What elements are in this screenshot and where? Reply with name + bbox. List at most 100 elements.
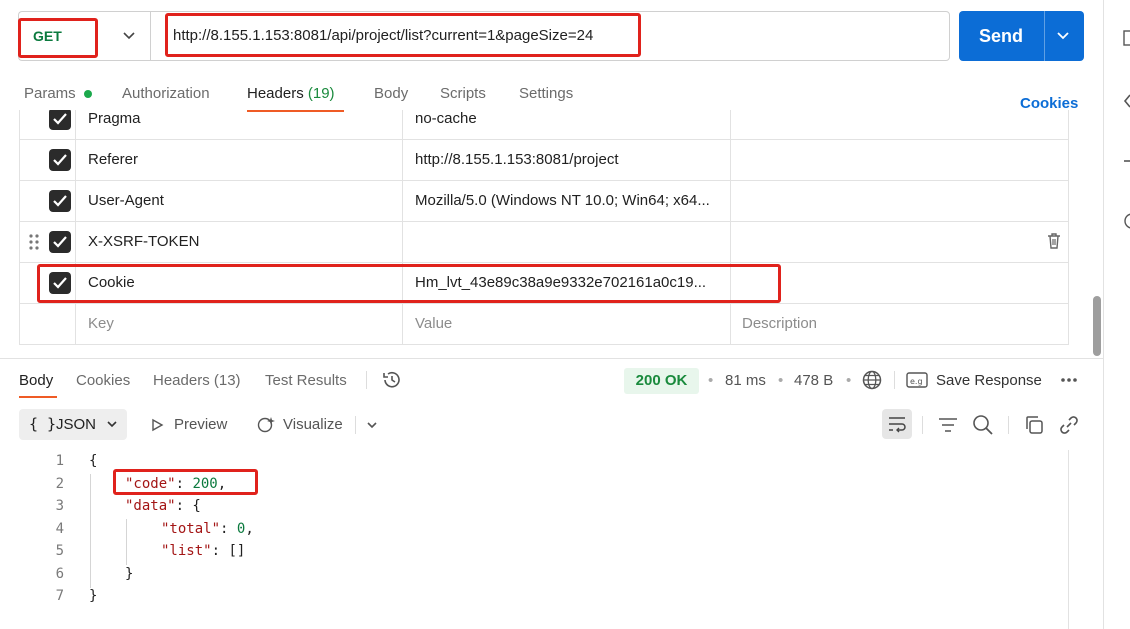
indent-guide bbox=[126, 519, 127, 565]
chevron-down-icon[interactable] bbox=[365, 418, 379, 432]
drag-handle-icon[interactable] bbox=[28, 233, 40, 251]
header-key[interactable]: X-XSRF-TOKEN bbox=[88, 233, 199, 250]
history-icon[interactable] bbox=[381, 369, 403, 391]
params-indicator-dot bbox=[84, 90, 92, 98]
wrap-lines-icon bbox=[889, 417, 906, 433]
header-value[interactable]: no-cache bbox=[415, 110, 477, 127]
format-selector[interactable]: { } JSON bbox=[19, 409, 127, 440]
header-key[interactable]: Cookie bbox=[88, 274, 135, 291]
toolbar-separator bbox=[922, 416, 923, 434]
search-icon[interactable] bbox=[972, 414, 994, 436]
url-text: http://8.155.1.153:8081/api/project/list… bbox=[173, 27, 594, 44]
tab-headers-label: Headers bbox=[247, 85, 304, 102]
preview-button[interactable]: Preview bbox=[174, 416, 227, 433]
chevron-down-icon[interactable] bbox=[1054, 28, 1072, 44]
header-row: X-XSRF-TOKEN bbox=[20, 222, 1068, 263]
link-icon[interactable] bbox=[1058, 414, 1080, 436]
response-tab-cookies[interactable]: Cookies bbox=[76, 372, 130, 389]
header-key[interactable]: Pragma bbox=[88, 110, 141, 127]
pane-divider[interactable] bbox=[0, 358, 1103, 359]
tab-headers-count: (19) bbox=[307, 85, 335, 102]
save-response-icon[interactable]: e.g bbox=[906, 371, 928, 389]
meta-separator: • bbox=[846, 372, 852, 389]
checkbox[interactable] bbox=[49, 272, 71, 294]
headers-scrollbar[interactable] bbox=[1093, 296, 1101, 356]
play-icon bbox=[152, 418, 164, 432]
meta-separator: • bbox=[778, 372, 784, 389]
response-size[interactable]: 478 B bbox=[794, 372, 833, 389]
visualize-button[interactable]: Visualize bbox=[283, 416, 343, 433]
line-number: 7 bbox=[55, 588, 64, 604]
header-row: Cookie Hm_lvt_43e89c38a9e9332e702161a0c1… bbox=[20, 263, 1068, 304]
toolbar-separator bbox=[355, 416, 356, 434]
header-row-new: Key Value Description bbox=[20, 304, 1068, 345]
response-tab-body[interactable]: Body bbox=[19, 372, 53, 389]
line-number: 5 bbox=[55, 543, 64, 559]
new-description-input[interactable]: Description bbox=[742, 315, 817, 332]
tab-params[interactable]: Params bbox=[24, 85, 76, 102]
code-line: } bbox=[125, 566, 134, 582]
document-icon[interactable] bbox=[1122, 30, 1130, 48]
code-line: "list": [] bbox=[161, 543, 246, 559]
line-number: 4 bbox=[55, 521, 64, 537]
trash-icon[interactable] bbox=[1046, 232, 1062, 250]
send-split-divider bbox=[1044, 11, 1045, 61]
header-row: Pragma no-cache bbox=[20, 110, 1068, 140]
globe-icon[interactable] bbox=[861, 369, 883, 391]
meta-separator bbox=[894, 371, 895, 389]
new-value-input[interactable]: Value bbox=[415, 315, 452, 332]
header-value[interactable]: Hm_lvt_43e89c38a9e9332e702161a0c19... bbox=[415, 274, 706, 291]
header-value[interactable]: Mozilla/5.0 (Windows NT 10.0; Win64; x64… bbox=[415, 192, 710, 209]
wrap-lines-button[interactable] bbox=[882, 409, 912, 439]
new-key-input[interactable]: Key bbox=[88, 315, 114, 332]
tab-headers[interactable]: Headers (19) bbox=[247, 85, 335, 102]
json-key: "code" bbox=[125, 476, 176, 492]
code-scroll-track bbox=[1068, 450, 1069, 629]
filter-icon[interactable] bbox=[937, 415, 959, 435]
more-options-icon[interactable] bbox=[1060, 377, 1078, 383]
send-button[interactable]: Send bbox=[959, 11, 1084, 61]
line-number: 3 bbox=[55, 498, 64, 514]
response-tab-headers[interactable]: Headers (13) bbox=[153, 372, 241, 389]
chevron-down-icon[interactable] bbox=[120, 28, 138, 44]
tab-settings[interactable]: Settings bbox=[519, 85, 573, 102]
right-sidebar-divider bbox=[1103, 0, 1104, 629]
chevron-left-icon[interactable] bbox=[1122, 92, 1130, 110]
info-icon[interactable] bbox=[1122, 212, 1130, 230]
response-time[interactable]: 81 ms bbox=[725, 372, 766, 389]
tab-body[interactable]: Body bbox=[374, 85, 408, 102]
header-key[interactable]: User-Agent bbox=[88, 192, 164, 209]
json-key: "data" bbox=[125, 498, 176, 514]
header-key[interactable]: Referer bbox=[88, 151, 138, 168]
checkbox[interactable] bbox=[49, 149, 71, 171]
response-tab-test-results[interactable]: Test Results bbox=[265, 372, 347, 389]
svg-text:e.g: e.g bbox=[910, 377, 923, 386]
line-number: 6 bbox=[55, 566, 64, 582]
json-number: 0 bbox=[236, 521, 246, 537]
code-line: { bbox=[89, 453, 98, 469]
visualize-icon bbox=[257, 417, 275, 433]
checkbox[interactable] bbox=[49, 190, 71, 212]
format-label: JSON bbox=[56, 416, 97, 433]
checkbox[interactable] bbox=[49, 110, 71, 130]
line-number: 2 bbox=[55, 476, 64, 492]
pin-icon[interactable] bbox=[1122, 152, 1130, 170]
checkbox[interactable] bbox=[49, 231, 71, 253]
json-braces-icon: { } bbox=[29, 415, 57, 433]
response-tab-underline bbox=[19, 396, 57, 398]
tab-scripts[interactable]: Scripts bbox=[440, 85, 486, 102]
save-response-button[interactable]: Save Response bbox=[936, 372, 1042, 389]
toolbar-separator bbox=[1008, 416, 1009, 434]
json-array: [] bbox=[228, 543, 246, 559]
code-line: "total": 0, bbox=[161, 521, 254, 537]
header-value[interactable]: http://8.155.1.153:8081/project bbox=[415, 151, 619, 168]
header-row: User-Agent Mozilla/5.0 (Windows NT 10.0;… bbox=[20, 181, 1068, 222]
copy-icon[interactable] bbox=[1023, 414, 1045, 436]
json-key: "total" bbox=[161, 521, 221, 537]
status-badge[interactable]: 200 OK bbox=[624, 368, 699, 394]
tab-authorization[interactable]: Authorization bbox=[122, 85, 210, 102]
code-line: "code": 200, bbox=[125, 476, 227, 492]
line-number: 1 bbox=[55, 453, 64, 469]
json-key: "list" bbox=[161, 543, 212, 559]
meta-separator: • bbox=[708, 372, 714, 389]
